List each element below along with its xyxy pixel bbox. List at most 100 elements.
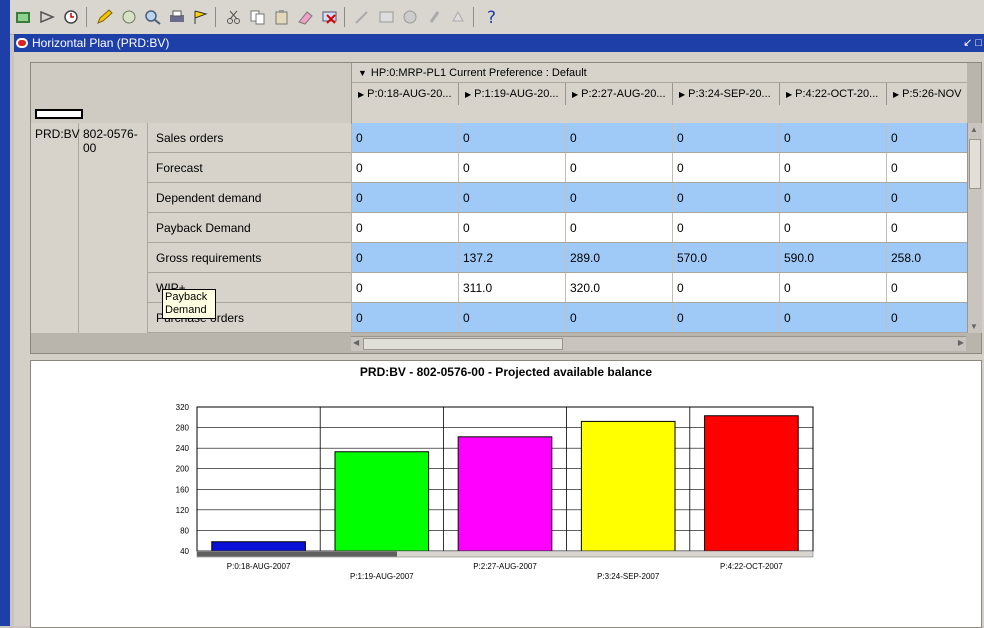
attach-icon[interactable] [119, 7, 139, 27]
vertical-scrollbar[interactable]: ▲ ▼ [967, 123, 982, 333]
table-row: 0 0 0 0 0 0 [352, 123, 967, 153]
attachments-icon [425, 7, 445, 27]
column-header[interactable]: ▶ P:2:27-AUG-20... [566, 83, 673, 105]
scroll-right-icon[interactable]: ▶ [958, 338, 964, 347]
find-icon[interactable] [143, 7, 163, 27]
row-label[interactable]: Forecast [148, 153, 351, 183]
data-cell[interactable]: 0 [566, 303, 673, 332]
data-cell[interactable]: 0 [459, 123, 566, 152]
column-header[interactable]: ▶ P:1:19-AUG-20... [459, 83, 566, 105]
data-cell[interactable]: 0 [459, 303, 566, 332]
scroll-thumb[interactable] [363, 338, 563, 350]
row-label[interactable]: Gross requirements [148, 243, 351, 273]
table-row: 0 311.0 320.0 0 0 0 [352, 273, 967, 303]
data-cell[interactable]: 0 [780, 273, 887, 302]
flag-icon[interactable] [191, 7, 211, 27]
y-tick-label: 120 [176, 506, 190, 515]
data-cell[interactable]: 0 [887, 123, 967, 152]
table-row: 0 0 0 0 0 0 [352, 183, 967, 213]
bar [457, 436, 553, 552]
table-row: 0 0 0 0 0 0 [352, 303, 967, 333]
data-cell[interactable]: 258.0 [887, 243, 967, 272]
scroll-left-icon[interactable]: ◀ [353, 338, 359, 347]
zoom-icon [377, 7, 397, 27]
chart-panel: PRD:BV - 802-0576-00 - Projected availab… [30, 360, 982, 628]
window-content: ▼ HP:0:MRP-PL1 Current Preference : Defa… [14, 52, 984, 628]
row-label[interactable]: Dependent demand [148, 183, 351, 213]
data-cell[interactable]: 0 [352, 153, 459, 182]
column-header[interactable]: ▶ P:5:26-NOV [887, 83, 967, 105]
data-cell[interactable]: 0 [673, 213, 780, 242]
data-cell[interactable]: 0 [352, 303, 459, 332]
scroll-thumb[interactable] [969, 139, 981, 189]
chart-scroll-thumb [197, 551, 397, 557]
data-cell[interactable]: 0 [673, 153, 780, 182]
data-cell[interactable]: 0 [780, 153, 887, 182]
new-icon[interactable] [14, 7, 34, 27]
data-cell[interactable]: 0 [673, 303, 780, 332]
data-cell[interactable]: 137.2 [459, 243, 566, 272]
data-cell[interactable]: 0 [352, 123, 459, 152]
edit-icon[interactable] [95, 7, 115, 27]
column-header[interactable]: ▶ P:0:18-AUG-20... [352, 83, 459, 105]
clear-icon[interactable] [296, 7, 316, 27]
data-cell[interactable]: 0 [352, 243, 459, 272]
data-cell[interactable]: 590.0 [780, 243, 887, 272]
collapse-icon[interactable]: ▼ [358, 68, 367, 78]
horizontal-scrollbar[interactable]: ◀ ▶ [351, 336, 966, 351]
data-cell[interactable]: 0 [566, 213, 673, 242]
delete-icon[interactable] [320, 7, 340, 27]
data-cell[interactable]: 0 [780, 183, 887, 212]
y-tick-label: 240 [176, 444, 190, 453]
org-cell: PRD:BV [31, 123, 80, 333]
data-cell[interactable]: 0 [566, 153, 673, 182]
data-cell[interactable]: 0 [780, 213, 887, 242]
column-header[interactable]: ▶ P:4:22-OCT-20... [780, 83, 887, 105]
copy-icon[interactable] [248, 7, 268, 27]
grid-corner [31, 63, 352, 124]
translate-icon [401, 7, 421, 27]
data-cell[interactable]: 0 [673, 273, 780, 302]
selection-marker[interactable] [35, 109, 83, 119]
print-icon[interactable] [167, 7, 187, 27]
data-cell[interactable]: 0 [459, 183, 566, 212]
bar [704, 415, 799, 552]
scroll-down-icon[interactable]: ▼ [970, 322, 978, 331]
data-cell[interactable]: 311.0 [459, 273, 566, 302]
data-cell[interactable]: 0 [566, 123, 673, 152]
clock-icon[interactable] [62, 7, 82, 27]
scroll-up-icon[interactable]: ▲ [970, 125, 978, 134]
cut-icon[interactable] [224, 7, 244, 27]
data-cell[interactable]: 320.0 [566, 273, 673, 302]
data-cell[interactable]: 0 [459, 153, 566, 182]
data-cell[interactable]: 0 [352, 213, 459, 242]
window-title: Horizontal Plan (PRD:BV) [32, 36, 170, 50]
data-cell[interactable]: 0 [887, 153, 967, 182]
forward-icon[interactable] [38, 7, 58, 27]
help-icon[interactable]: ? [482, 7, 502, 27]
data-cell[interactable]: 0 [887, 273, 967, 302]
row-label[interactable]: Sales orders [148, 123, 351, 153]
paste-icon[interactable] [272, 7, 292, 27]
data-cell[interactable]: 0 [887, 303, 967, 332]
data-cell[interactable]: 0 [459, 213, 566, 242]
data-cell[interactable]: 0 [780, 123, 887, 152]
data-cell[interactable]: 0 [673, 123, 780, 152]
data-cell[interactable]: 570.0 [673, 243, 780, 272]
data-cell[interactable]: 0 [673, 183, 780, 212]
data-cell[interactable]: 0 [887, 183, 967, 212]
data-cell[interactable]: 0 [887, 213, 967, 242]
window-controls[interactable]: ↙ □ [963, 36, 982, 49]
toolbar-separator [473, 7, 474, 27]
data-cell[interactable]: 0 [566, 183, 673, 212]
data-cell[interactable]: 0 [780, 303, 887, 332]
data-cell[interactable]: 0 [352, 273, 459, 302]
column-header[interactable]: ▶ P:3:24-SEP-20... [673, 83, 780, 105]
data-cell[interactable]: 289.0 [566, 243, 673, 272]
oracle-icon [16, 38, 28, 48]
row-label[interactable]: Payback Demand [148, 213, 351, 243]
data-cell[interactable]: 0 [352, 183, 459, 212]
x-tick-label: P:4:22-OCT-2007 [720, 562, 783, 571]
grid-data: 0 0 0 0 0 0 0 0 0 0 0 0 0 0 0 0 0 0 0 0 … [352, 123, 967, 333]
tooltip-text: Payback Demand [165, 291, 208, 316]
